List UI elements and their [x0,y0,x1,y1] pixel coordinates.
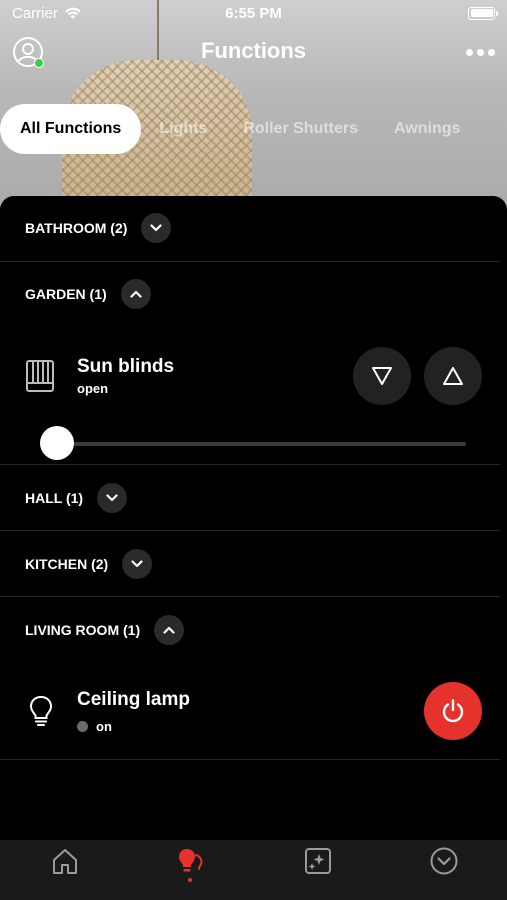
triangle-up-icon [443,367,463,385]
chevron-down-icon [131,560,143,568]
divider [0,759,500,760]
functions-icon [179,849,203,872]
slider-thumb[interactable] [40,426,74,460]
collapse-toggle-button[interactable] [120,279,151,309]
group-label: GARDEN (1) [25,286,107,302]
group-header-garden[interactable]: GARDEN (1) [25,279,151,309]
group-label: HALL (1) [25,490,84,506]
group-header-hall[interactable]: HALL (1) [25,483,128,513]
more-icon [430,847,458,875]
wifi-icon [65,7,81,19]
power-icon [442,699,464,723]
active-tab-indicator [188,878,192,882]
expand-toggle-button[interactable] [122,549,153,579]
group-header-bathroom[interactable]: BATHROOM (2) [25,213,172,243]
tab-lights[interactable]: Lights [141,104,225,154]
lightbulb-icon [29,695,53,726]
tab-roller-shutters[interactable]: Roller Shutters [225,104,376,154]
device-name: Ceiling lamp [77,689,190,710]
chevron-down-icon [150,224,163,232]
category-tabs: All Functions Lights Roller Shutters Awn… [0,104,478,154]
device-state-row: on [77,719,112,734]
expand-toggle-button[interactable] [141,213,172,243]
navigation-bar: Functions [0,28,507,78]
tabbar-home[interactable] [45,846,85,894]
group-header-living-room[interactable]: LIVING ROOM (1) [25,615,185,645]
blinds-icon [26,360,54,392]
blinds-position-slider[interactable] [56,442,466,446]
divider [0,261,500,262]
tabbar-functions[interactable] [170,846,210,894]
page-title: Functions [200,38,307,63]
tabbar-scenes[interactable] [298,846,338,894]
chevron-down-icon [106,494,118,502]
group-label: LIVING ROOM (1) [25,622,141,638]
status-bar: Carrier 6:55 PM [0,0,507,26]
group-label: BATHROOM (2) [25,220,128,236]
divider [0,596,500,597]
more-dots-icon [465,48,473,56]
tab-awnings[interactable]: Awnings [376,104,478,154]
blinds-up-button[interactable] [424,347,482,405]
device-state: open [77,381,109,396]
more-options-button[interactable] [463,42,497,62]
blinds-down-button[interactable] [353,347,411,405]
state-indicator-dot [77,721,88,732]
group-header-kitchen[interactable]: KITCHEN (2) [25,549,153,579]
scenes-icon [305,848,331,874]
triangle-down-icon [372,367,392,385]
carrier-label: Carrier [12,4,58,22]
functions-panel: BATHROOM (2) GARDEN (1) Sun blinds open [0,196,507,840]
collapse-toggle-button[interactable] [154,615,185,645]
tabbar-more[interactable] [424,846,464,894]
divider [0,530,500,531]
expand-toggle-button[interactable] [97,483,128,513]
chevron-up-icon [163,626,175,634]
group-label: KITCHEN (2) [25,556,109,572]
divider [0,464,500,465]
device-name: Sun blinds [77,356,175,377]
battery-icon [468,6,498,20]
device-state: on [96,719,112,734]
bottom-tab-bar [0,840,507,900]
lamp-power-button[interactable] [424,682,482,740]
chevron-up-icon [130,290,142,298]
tab-all-functions[interactable]: All Functions [0,104,142,154]
home-icon [53,849,77,874]
